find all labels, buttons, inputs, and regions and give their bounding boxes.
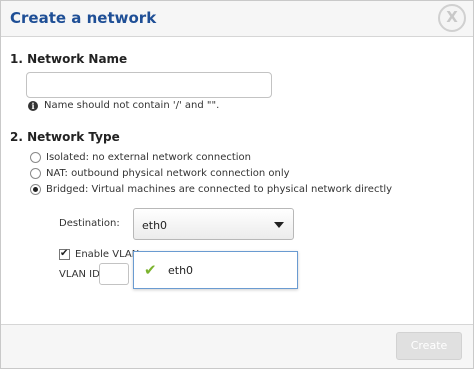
enable-vlan-label: Enable VLAN (75, 249, 140, 260)
enable-vlan-row[interactable]: Enable VLAN (59, 248, 140, 260)
radio-button-selected[interactable] (30, 184, 41, 195)
radio-isolated[interactable]: Isolated: no external network connection (30, 152, 251, 163)
vlan-id-label: VLAN ID: (59, 269, 104, 280)
radio-bridged[interactable]: Bridged: Virtual machines are connected … (30, 184, 392, 195)
info-icon: i (28, 100, 38, 111)
radio-button[interactable] (30, 152, 41, 163)
dialog-header: Create a network X (1, 1, 473, 37)
radio-label-nat: NAT: outbound physical network connectio… (46, 168, 290, 179)
radio-label-isolated: Isolated: no external network connection (46, 152, 251, 163)
dropdown-option-eth0[interactable]: ✔ eth0 (134, 252, 297, 288)
name-hint: i Name should not contain '/' and "". (28, 100, 219, 111)
close-icon: X (446, 8, 458, 26)
dialog-title: Create a network (10, 9, 157, 27)
vlan-id-input[interactable] (99, 263, 129, 285)
checkmark-icon: ✔ (144, 261, 157, 279)
close-button[interactable]: X (438, 4, 466, 32)
dialog-footer: Create (1, 324, 473, 368)
name-hint-text: Name should not contain '/' and "". (44, 100, 220, 111)
dropdown-option-label: eth0 (168, 264, 194, 277)
network-type-section-title: 2. Network Type (10, 130, 120, 144)
network-name-section-title: 1. Network Name (10, 52, 128, 66)
destination-select[interactable]: eth0 (133, 208, 294, 240)
enable-vlan-checkbox[interactable] (59, 248, 70, 260)
radio-button[interactable] (30, 168, 41, 179)
network-name-input[interactable] (26, 72, 272, 98)
create-network-dialog: Create a network X 1. Network Name i Nam… (0, 0, 474, 369)
destination-value: eth0 (142, 219, 168, 232)
radio-nat[interactable]: NAT: outbound physical network connectio… (30, 168, 290, 179)
destination-label: Destination: (59, 218, 120, 229)
chevron-down-icon[interactable] (274, 222, 284, 228)
create-button[interactable]: Create (396, 332, 462, 360)
radio-label-bridged: Bridged: Virtual machines are connected … (46, 184, 393, 195)
destination-dropdown-menu: ✔ eth0 (133, 251, 298, 289)
